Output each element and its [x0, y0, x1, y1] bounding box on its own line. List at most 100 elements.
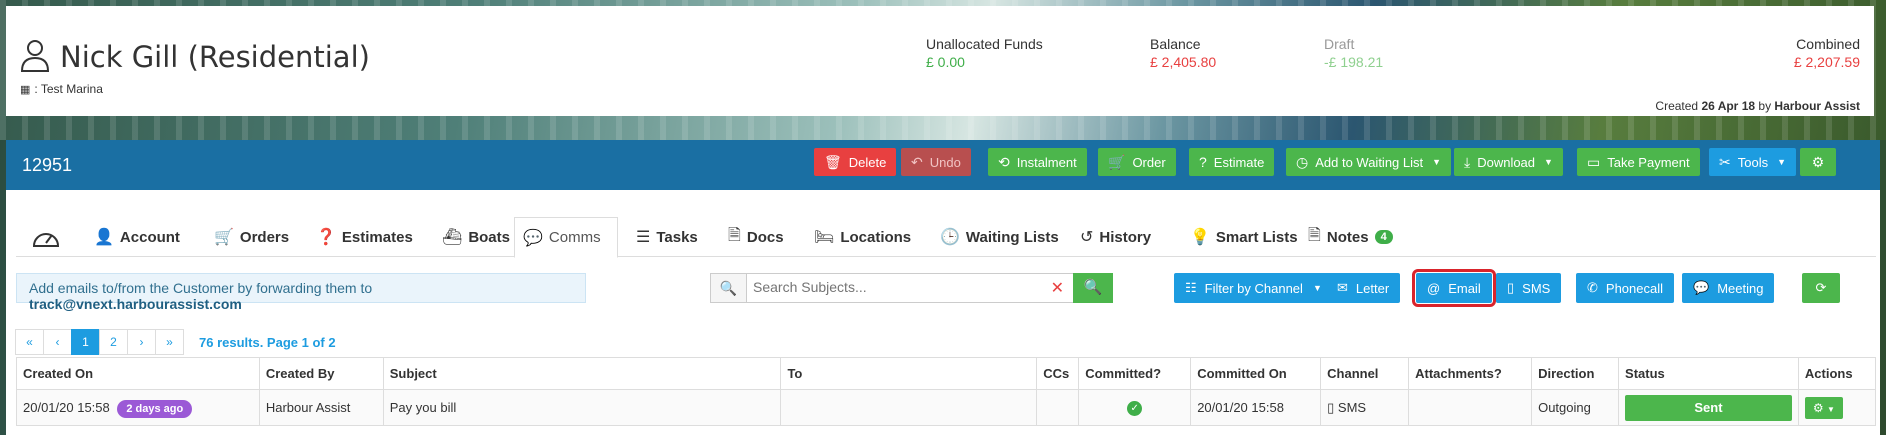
column-header[interactable]: Channel: [1320, 357, 1410, 390]
add-to-waiting-list-button[interactable]: ◷ Add to Waiting List ▼: [1286, 148, 1452, 176]
column-header[interactable]: CCs: [1036, 357, 1080, 390]
search-button[interactable]: 🔍: [1073, 273, 1113, 303]
column-header[interactable]: Direction: [1531, 357, 1620, 390]
tab-smart-lists[interactable]: 💡 Smart Lists: [1182, 217, 1306, 257]
tab-label: History: [1099, 228, 1152, 246]
phonecall-button[interactable]: ✆ Phonecall: [1576, 273, 1675, 303]
document-icon: 🗎: [728, 226, 741, 244]
tab-tasks[interactable]: ☰ Tasks: [628, 217, 706, 257]
dashboard-gauge-icon: [32, 233, 60, 247]
tab-label: Orders: [239, 228, 290, 246]
take-payment-label: Take Payment: [1607, 154, 1690, 170]
direction-cell: Outgoing: [1531, 389, 1620, 426]
take-payment-button[interactable]: ▭ Take Payment: [1577, 148, 1700, 176]
note-icon: 🗎: [1308, 226, 1321, 244]
created-by-cell: Harbour Assist: [258, 389, 384, 426]
tab-waiting-lists[interactable]: 🕒 Waiting Lists: [932, 217, 1067, 257]
page-1-button[interactable]: 1: [71, 329, 100, 355]
email-button[interactable]: @ Email: [1412, 269, 1496, 307]
forwarding-info: Add emails to/from the Customer by forwa…: [16, 273, 586, 312]
results-count: 76 results. Page 1 of 2: [199, 335, 336, 350]
tab-label: Smart Lists: [1215, 228, 1298, 246]
question-icon: ?: [1199, 154, 1207, 170]
estimate-button[interactable]: ? Estimate: [1189, 148, 1275, 176]
tab-boats[interactable]: ⛴ Boats: [434, 217, 518, 257]
tab-docs[interactable]: 🗎 Docs: [720, 217, 792, 257]
column-header[interactable]: Subject: [382, 357, 782, 390]
ship-icon: ⛴: [442, 229, 463, 246]
table-row[interactable]: 20/01/20 15:58 2 days ago Harbour Assist…: [16, 389, 1877, 426]
question-icon: ❓: [316, 229, 336, 246]
fund-value: -£ 198.21: [1324, 54, 1384, 70]
gear-icon: ⚙: [1811, 153, 1825, 170]
channel-cell: ▯ SMS: [1320, 389, 1410, 426]
tab-account[interactable]: 👤 Account: [86, 217, 188, 257]
first-page-button[interactable]: «: [15, 329, 44, 355]
fund-label: Balance: [1150, 36, 1201, 52]
undo-button[interactable]: ↶ Undo: [901, 148, 971, 176]
tab-dashboard[interactable]: [22, 217, 70, 257]
column-header[interactable]: Created On: [16, 357, 260, 390]
check-circle-icon: ✓: [1127, 401, 1143, 416]
column-header[interactable]: Committed?: [1078, 357, 1192, 390]
money-icon: ▭: [1587, 153, 1601, 170]
download-button[interactable]: ⤓ Download ▼: [1454, 148, 1563, 176]
clear-search-icon[interactable]: ✕: [1051, 278, 1064, 298]
column-header[interactable]: Status: [1618, 357, 1799, 390]
tab-locations[interactable]: 🛏 Locations: [806, 217, 919, 257]
draft: Draft -£ 198.21: [1324, 36, 1383, 70]
tab-history[interactable]: ↺ History: [1072, 217, 1159, 257]
order-button[interactable]: 🛒 Order: [1098, 148, 1176, 176]
customer-header: Nick Gill (Residential) ▦ : Test Marina …: [6, 6, 1874, 116]
sms-button[interactable]: ▯ SMS: [1496, 273, 1562, 303]
tab-estimates[interactable]: ❓ Estimates: [308, 217, 421, 257]
comms-table: Created On Created By Subject To CCs Com…: [16, 357, 1877, 426]
tools-button[interactable]: ✂ Tools ▼: [1709, 148, 1797, 176]
history-icon: ↺: [1080, 229, 1094, 246]
search-icon: 🔍: [1083, 279, 1103, 296]
column-header[interactable]: To: [780, 357, 1038, 390]
page-2-button[interactable]: 2: [99, 329, 128, 355]
bed-icon: 🛏: [814, 229, 835, 246]
column-header[interactable]: Created By: [258, 357, 384, 390]
caret-down-icon: ▼: [1544, 157, 1553, 167]
record-id: 12951: [22, 155, 73, 175]
letter-button[interactable]: ✉ Letter: [1326, 273, 1401, 303]
sms-label: SMS: [1522, 280, 1551, 296]
created-by-word: by: [1758, 99, 1772, 113]
tab-orders[interactable]: 🛒 Orders: [206, 217, 297, 257]
add-to-waiting-list-label: Add to Waiting List: [1315, 154, 1424, 170]
search-box: 🔍 ✕ 🔍: [710, 273, 1113, 303]
tab-label: Locations: [840, 228, 912, 246]
tab-notes[interactable]: 🗎 Notes 4: [1300, 217, 1401, 257]
tab-comms[interactable]: 💬 Comms: [514, 217, 618, 258]
column-header[interactable]: Committed On: [1190, 357, 1322, 390]
search-icon: 🔍: [711, 274, 747, 302]
clock-icon: 🕒: [940, 229, 960, 246]
fund-value: £ 0.00: [926, 54, 965, 70]
tab-label: Docs: [746, 228, 784, 246]
meeting-button[interactable]: 💬 Meeting: [1682, 273, 1775, 303]
main-panel: 12951 🗑 Delete ↶ Undo ⟲ Instalment 🛒 Ord…: [6, 140, 1880, 435]
row-actions-button[interactable]: ⚙ ▼: [1804, 396, 1843, 419]
delete-button[interactable]: 🗑 Delete: [814, 148, 897, 176]
instalment-button[interactable]: ⟲ Instalment: [988, 148, 1087, 176]
fund-label: Unallocated Funds: [926, 36, 1043, 52]
table-header-row: Created On Created By Subject To CCs Com…: [16, 357, 1877, 390]
created-on-cell: 20/01/20 15:58 2 days ago: [16, 389, 260, 426]
subject-cell: Pay you bill: [382, 389, 782, 426]
refresh-button[interactable]: ⟳: [1802, 273, 1840, 303]
settings-button[interactable]: ⚙: [1800, 148, 1836, 176]
prev-page-button[interactable]: ‹: [43, 329, 72, 355]
next-page-button[interactable]: ›: [127, 329, 156, 355]
last-page-button[interactable]: »: [155, 329, 184, 355]
column-header[interactable]: Attachments?: [1408, 357, 1533, 390]
created-prefix: Created: [1655, 99, 1699, 113]
fund-value: £ 2,207.59: [1793, 54, 1860, 70]
caret-down-icon: ▼: [1312, 283, 1322, 293]
forwarding-email: track@vnext.harbourassist.com: [29, 296, 242, 312]
filter-by-channel-button[interactable]: ☷ Filter by Channel ▼: [1174, 273, 1333, 303]
attachments-cell: [1408, 389, 1533, 426]
search-input[interactable]: [753, 279, 1053, 295]
mobile-icon: ▯: [1507, 280, 1515, 295]
